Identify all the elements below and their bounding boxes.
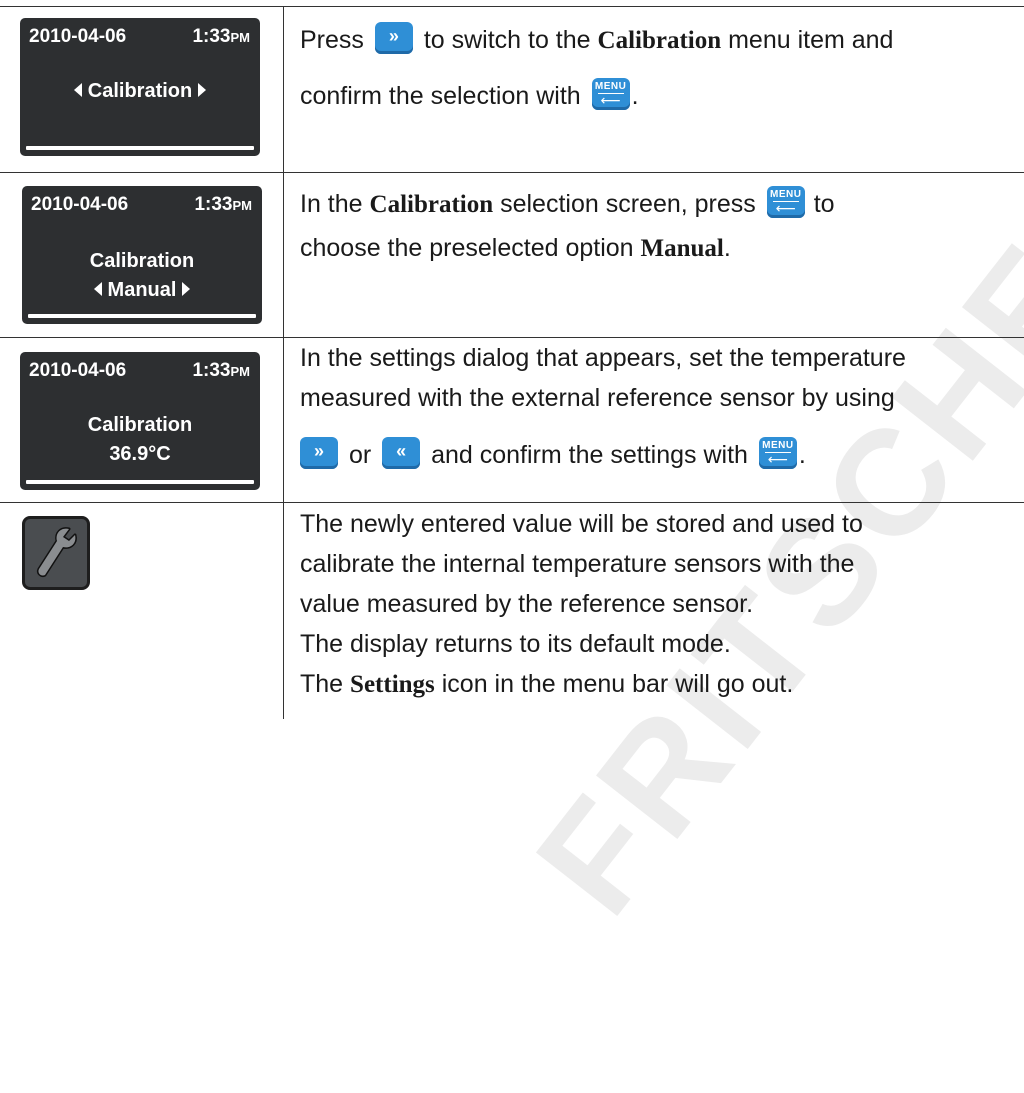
- lcd-date: 2010-04-06: [29, 26, 127, 47]
- menu-enter-button-icon: MENU ⟵: [591, 78, 630, 111]
- left-button-icon: «: [382, 437, 421, 470]
- row-1-instruction: Press » to switch to the Calibration men…: [300, 22, 1010, 166]
- left-triangle-icon: [93, 282, 102, 297]
- lcd-title: Calibration: [87, 414, 193, 436]
- row-divider: [0, 502, 1024, 503]
- right-triangle-icon: [182, 282, 191, 297]
- lcd-time: 1:33PM: [194, 194, 252, 215]
- wrench-glyph: [37, 527, 77, 577]
- lcd-time: 1:33PM: [192, 26, 250, 47]
- row-4-info: The newly entered value will be stored a…: [300, 510, 863, 698]
- wrench-icon: [22, 516, 90, 590]
- column-divider: [283, 6, 284, 719]
- lcd-selection: Manual: [22, 279, 262, 302]
- lcd-display-calibration-menu: 2010-04-06 1:33PM Calibration: [20, 18, 260, 156]
- right-triangle-icon: [198, 83, 207, 98]
- row-2-instruction: In the Calibration selection screen, pre…: [300, 186, 1010, 330]
- lcd-selection: Calibration: [20, 80, 260, 103]
- lcd-date: 2010-04-06: [31, 194, 129, 215]
- row-divider: [0, 6, 1024, 7]
- lcd-display-calibration-value: 2010-04-06 1:33PM Calibration 36.9°C: [20, 352, 260, 490]
- row-divider: [0, 337, 1024, 338]
- menu-enter-button-icon: MENU ⟵: [766, 186, 805, 219]
- instruction-table: 2010-04-06 1:33PM Calibration Press » to…: [0, 0, 1024, 719]
- lcd-bottom-bar: [26, 480, 254, 484]
- menu-enter-button-icon: MENU ⟵: [758, 437, 797, 470]
- row-3-instruction: In the settings dialog that appears, set…: [300, 344, 906, 470]
- lcd-bottom-bar: [28, 314, 256, 318]
- lcd-date: 2010-04-06: [29, 360, 127, 381]
- left-triangle-icon: [73, 83, 82, 98]
- lcd-bottom-bar: [26, 146, 254, 150]
- right-button-icon: »: [374, 22, 413, 55]
- right-button-icon: »: [300, 437, 338, 470]
- row-divider: [0, 172, 1024, 173]
- lcd-time: 1:33PM: [192, 360, 250, 381]
- lcd-value: 36.9°C: [109, 443, 171, 465]
- lcd-title: Calibration: [89, 250, 195, 272]
- lcd-display-calibration-manual: 2010-04-06 1:33PM Calibration Manual: [22, 186, 262, 324]
